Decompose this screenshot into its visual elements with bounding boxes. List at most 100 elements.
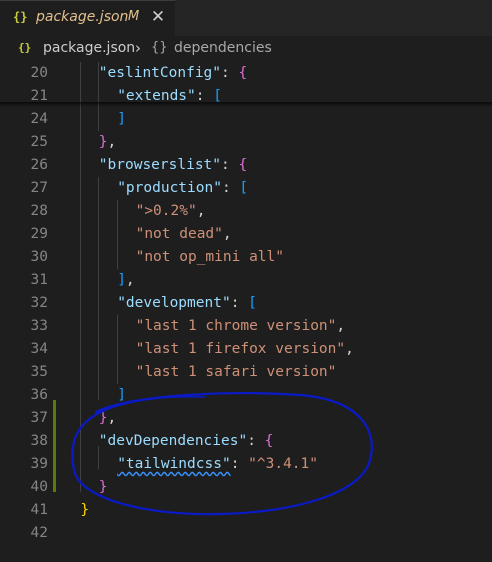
breadcrumb-symbol[interactable]: dependencies xyxy=(174,40,272,56)
code-token: "not dead" xyxy=(135,226,223,242)
code-line[interactable]: 35 "last 1 safari version" xyxy=(0,361,492,384)
code-text: "devDependencies": { xyxy=(99,430,274,453)
code-token: } xyxy=(98,134,108,150)
close-icon[interactable]: ✕ xyxy=(148,6,168,28)
line-number: 35 xyxy=(30,364,48,380)
line-number: 25 xyxy=(30,134,48,150)
code-token: , xyxy=(107,410,117,426)
code-token: , xyxy=(125,272,135,288)
code-token: "development" xyxy=(117,295,231,311)
line-number: 27 xyxy=(30,180,48,196)
code-token: : xyxy=(221,180,240,196)
code-text: "last 1 firefox version", xyxy=(136,338,354,361)
code-token: "not op_mini all" xyxy=(135,249,284,265)
code-token: "last 1 chrome version" xyxy=(135,318,337,334)
chevron-right-icon: › xyxy=(135,39,141,57)
code-line[interactable]: 36] xyxy=(0,384,492,407)
code-token: { xyxy=(238,157,248,173)
code-text: "last 1 safari version" xyxy=(136,361,337,384)
line-number: 20 xyxy=(30,65,48,81)
sticky-scroll-shadow xyxy=(0,102,492,107)
code-token: } xyxy=(98,410,108,426)
code-line[interactable]: 40} xyxy=(0,476,492,499)
code-token: ] xyxy=(117,111,126,127)
code-text: ] xyxy=(117,384,126,407)
code-text: "browserslist": { xyxy=(99,154,247,177)
code-token: "production" xyxy=(117,180,222,196)
code-token: : xyxy=(230,456,249,472)
breadcrumb: {} package.json › {} dependencies xyxy=(0,36,492,62)
code-token: ] xyxy=(117,387,126,403)
code-line[interactable]: 25}, xyxy=(0,131,492,154)
code-text: } xyxy=(99,476,108,499)
code-line[interactable]: 30 "not op_mini all" xyxy=(0,246,492,269)
code-line[interactable]: 33 "last 1 chrome version", xyxy=(0,315,492,338)
code-line[interactable]: 20 "eslintConfig": { xyxy=(0,62,492,85)
code-line[interactable]: 38 "devDependencies": { xyxy=(0,430,492,453)
code-token: [ xyxy=(239,180,249,196)
code-line[interactable]: 29 "not dead", xyxy=(0,223,492,246)
line-number: 24 xyxy=(30,111,48,127)
breadcrumb-file[interactable]: package.json xyxy=(43,40,135,56)
object-symbol-icon: {} xyxy=(151,40,168,55)
line-number: 26 xyxy=(30,157,48,173)
line-number: 28 xyxy=(30,203,48,219)
code-line[interactable]: 27 "production": [ xyxy=(0,177,492,200)
line-number: 33 xyxy=(30,318,48,334)
line-number: 38 xyxy=(30,433,48,449)
modified-badge: M xyxy=(128,9,140,24)
code-line[interactable]: 34 "last 1 firefox version", xyxy=(0,338,492,361)
code-text: "production": [ xyxy=(117,177,248,200)
code-line[interactable]: 31], xyxy=(0,269,492,292)
line-number: 30 xyxy=(30,249,48,265)
code-token: ">0.2%" xyxy=(135,203,197,219)
code-line[interactable]: 26 "browserslist": { xyxy=(0,154,492,177)
json-file-icon: {} xyxy=(18,41,32,54)
json-braces-icon: {} xyxy=(13,10,28,24)
code-line[interactable]: 24] xyxy=(0,108,492,131)
code-token: : xyxy=(221,157,239,173)
code-token: } xyxy=(98,479,108,495)
code-editor[interactable]: 20 "eslintConfig": {21 "extends": [24] 25},… xyxy=(0,62,492,562)
code-text: ], xyxy=(117,269,134,292)
code-text: ] xyxy=(117,108,126,131)
code-text: "development": [ xyxy=(117,292,257,315)
code-token: , xyxy=(222,226,232,242)
code-token: , xyxy=(196,203,206,219)
code-text: } xyxy=(80,499,89,522)
tab-filename: package.json xyxy=(36,9,129,25)
code-token: : xyxy=(230,295,249,311)
line-number: 42 xyxy=(30,525,48,541)
code-token: ] xyxy=(117,272,126,288)
code-token: , xyxy=(107,134,117,150)
code-line[interactable]: 28 ">0.2%", xyxy=(0,200,492,223)
code-text: "tailwindcss": "^3.4.1" xyxy=(117,453,318,476)
code-line[interactable]: 32 "development": [ xyxy=(0,292,492,315)
code-line[interactable]: 42 xyxy=(0,522,492,545)
code-token: "^3.4.1" xyxy=(248,456,318,472)
code-text: }, xyxy=(99,407,116,430)
line-number: 37 xyxy=(30,410,48,426)
code-line[interactable]: 41} xyxy=(0,499,492,522)
line-number: 32 xyxy=(30,295,48,311)
code-text: "eslintConfig": { xyxy=(99,62,247,85)
code-text: "last 1 chrome version", xyxy=(136,315,346,338)
line-number: 31 xyxy=(30,272,48,288)
line-number: 41 xyxy=(30,502,48,518)
code-token: "last 1 safari version" xyxy=(135,364,337,380)
tab-package-json[interactable]: {} package.json M ✕ xyxy=(0,0,176,36)
line-number: 39 xyxy=(30,456,48,472)
code-text: "not op_mini all" xyxy=(136,246,284,269)
line-number: 29 xyxy=(30,226,48,242)
code-text: ">0.2%", xyxy=(136,200,206,223)
code-token: [ xyxy=(248,295,257,311)
code-line[interactable]: 37}, xyxy=(0,407,492,430)
code-token: , xyxy=(345,341,354,357)
code-token: "browserslist" xyxy=(98,157,222,173)
code-line[interactable]: 39 "tailwindcss": "^3.4.1" xyxy=(0,453,492,476)
code-token: "devDependencies" xyxy=(98,433,248,449)
code-token: } xyxy=(80,502,90,518)
line-number: 34 xyxy=(30,341,48,357)
code-token: "tailwindcss" xyxy=(117,456,231,472)
code-text: "not dead", xyxy=(136,223,232,246)
